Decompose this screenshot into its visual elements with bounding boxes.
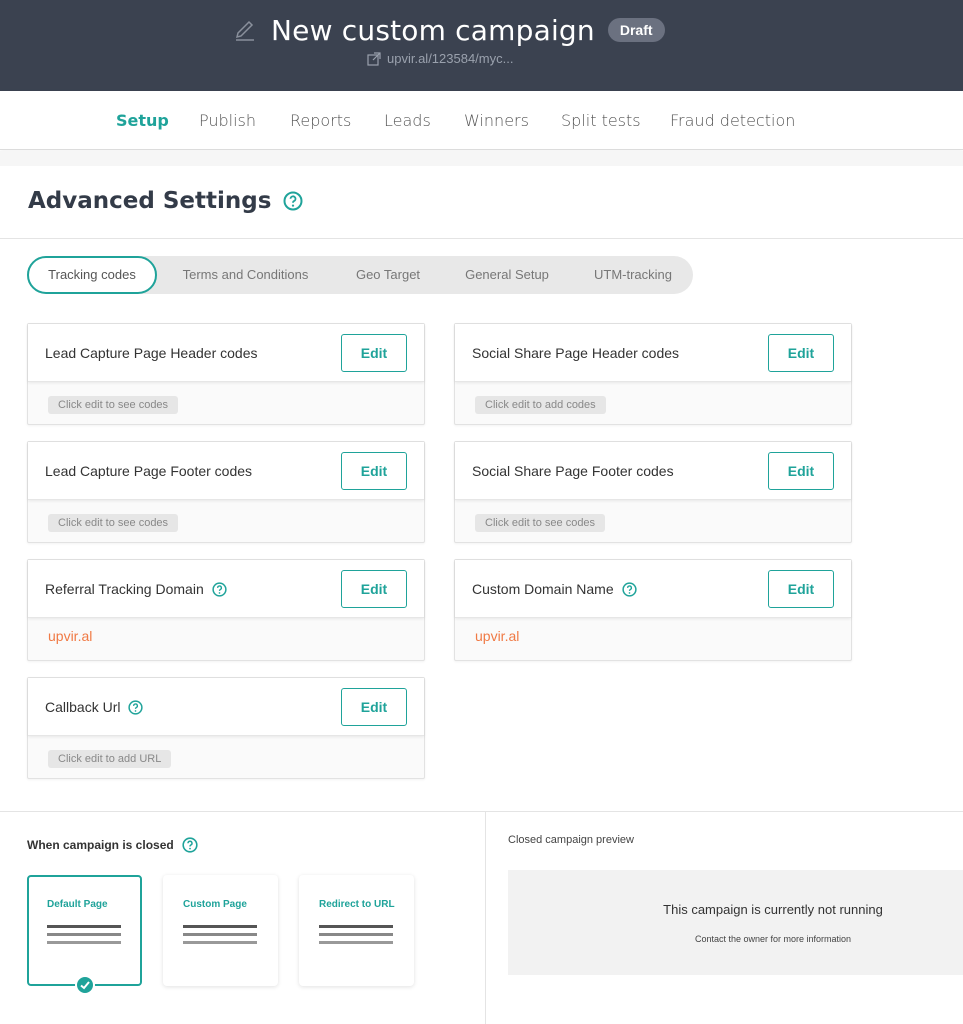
domain-value: upvir.al	[48, 628, 93, 644]
help-icon[interactable]	[621, 581, 637, 597]
settings-tabs: Tracking codes Terms and Conditions Geo …	[27, 256, 693, 294]
option-label: Default Page	[47, 899, 108, 910]
card-title-text: Referral Tracking Domain	[45, 581, 204, 597]
check-icon	[75, 975, 95, 995]
card-title: Callback Url	[45, 699, 144, 715]
card-header: Social Share Page Footer codes Edit	[455, 442, 851, 500]
tab-terms-and-conditions[interactable]: Terms and Conditions	[167, 256, 324, 294]
card-header: Custom Domain Name Edit	[455, 560, 851, 618]
pencil-icon[interactable]	[233, 18, 257, 42]
domain-value: upvir.al	[475, 628, 520, 644]
nav-publish[interactable]: Publish	[199, 111, 256, 130]
main-nav: Setup Publish Reports Leads Winners Spli…	[0, 91, 963, 150]
card-referral-tracking-domain: Referral Tracking Domain Edit upvir.al	[27, 559, 425, 661]
campaign-header: New custom campaign Draft upvir.al/12358…	[0, 0, 963, 91]
campaign-title[interactable]: New custom campaign	[271, 14, 595, 47]
edit-button[interactable]: Edit	[341, 688, 407, 726]
help-icon[interactable]	[283, 191, 303, 211]
help-icon[interactable]	[128, 699, 144, 715]
option-label: Redirect to URL	[319, 899, 395, 910]
card-header: Callback Url Edit	[28, 678, 424, 736]
edit-button[interactable]: Edit	[341, 452, 407, 490]
card-title-text: Social Share Page Footer codes	[472, 463, 674, 479]
card-title: Lead Capture Page Footer codes	[45, 463, 252, 479]
card-title: Social Share Page Footer codes	[472, 463, 674, 479]
card-title-text: Callback Url	[45, 699, 121, 715]
card-custom-domain-name: Custom Domain Name Edit upvir.al	[454, 559, 852, 661]
nav-split-tests[interactable]: Split tests	[561, 111, 641, 130]
card-lead-header-codes: Lead Capture Page Header codes Edit Clic…	[27, 323, 425, 425]
external-link-icon	[367, 51, 381, 66]
codes-hint: Click edit to see codes	[48, 396, 179, 414]
card-title: Lead Capture Page Header codes	[45, 345, 257, 361]
nav-winners[interactable]: Winners	[464, 111, 529, 130]
page-title-text: Advanced Settings	[28, 188, 272, 214]
nav-fraud-detection[interactable]: Fraud detection	[670, 111, 795, 130]
page-lines-icon	[183, 925, 257, 949]
codes-hint: Click edit to see codes	[475, 514, 606, 532]
nav-spacer	[0, 151, 963, 166]
card-header: Lead Capture Page Footer codes Edit	[28, 442, 424, 500]
edit-button[interactable]: Edit	[768, 570, 834, 608]
preview-label: Closed campaign preview	[508, 834, 634, 846]
closed-campaign-label: When campaign is closed	[27, 837, 198, 853]
edit-button[interactable]: Edit	[768, 452, 834, 490]
campaign-url[interactable]: upvir.al/123584/myc...	[367, 51, 513, 66]
card-social-header-codes: Social Share Page Header codes Edit Clic…	[454, 323, 852, 425]
nav-setup[interactable]: Setup	[116, 111, 169, 130]
help-icon[interactable]	[212, 581, 227, 597]
closed-campaign-preview: This campaign is currently not running C…	[508, 870, 963, 975]
url-hint: Click edit to add URL	[48, 750, 172, 768]
closed-campaign-label-text: When campaign is closed	[27, 838, 174, 852]
card-title-text: Custom Domain Name	[472, 581, 614, 597]
tab-general-setup[interactable]: General Setup	[451, 256, 563, 294]
edit-button[interactable]: Edit	[341, 334, 407, 372]
card-social-footer-codes: Social Share Page Footer codes Edit Clic…	[454, 441, 852, 543]
card-title-text: Social Share Page Header codes	[472, 345, 680, 361]
divider	[0, 811, 963, 812]
preview-subtitle: Contact the owner for more information	[694, 934, 852, 944]
page-lines-icon	[47, 925, 121, 949]
campaign-url-text: upvir.al/123584/myc...	[387, 51, 514, 66]
card-callback-url: Callback Url Edit Click edit to add URL	[27, 677, 425, 779]
card-header: Lead Capture Page Header codes Edit	[28, 324, 424, 382]
card-title-text: Lead Capture Page Header codes	[45, 345, 258, 361]
option-label: Custom Page	[183, 899, 247, 910]
edit-button[interactable]: Edit	[768, 334, 834, 372]
codes-hint: Click edit to see codes	[48, 514, 179, 532]
divider-vertical	[485, 812, 486, 1024]
nav-leads[interactable]: Leads	[384, 111, 431, 130]
card-title-text: Lead Capture Page Footer codes	[45, 463, 253, 479]
codes-hint: Click edit to add codes	[475, 396, 606, 414]
tab-geo-target[interactable]: Geo Target	[341, 256, 435, 294]
card-title: Referral Tracking Domain	[45, 581, 227, 597]
help-icon[interactable]	[182, 837, 198, 853]
preview-title: This campaign is currently not running	[663, 902, 883, 917]
nav-reports[interactable]: Reports	[290, 111, 351, 130]
tab-utm-tracking[interactable]: UTM-tracking	[580, 256, 686, 294]
card-header: Referral Tracking Domain Edit	[28, 560, 424, 618]
edit-button[interactable]: Edit	[341, 570, 407, 608]
status-badge: Draft	[607, 18, 665, 42]
option-redirect-to-url[interactable]: Redirect to URL	[299, 875, 414, 986]
divider	[0, 238, 963, 239]
page-title: Advanced Settings	[28, 188, 303, 214]
card-header: Social Share Page Header codes Edit	[455, 324, 851, 382]
title-row: New custom campaign Draft	[233, 12, 665, 48]
card-title: Social Share Page Header codes	[472, 345, 679, 361]
option-default-page[interactable]: Default Page	[27, 875, 142, 995]
page-lines-icon	[319, 925, 393, 949]
card-title: Custom Domain Name	[472, 581, 637, 597]
tab-tracking-codes[interactable]: Tracking codes	[27, 256, 157, 294]
option-custom-page[interactable]: Custom Page	[163, 875, 278, 986]
card-lead-footer-codes: Lead Capture Page Footer codes Edit Clic…	[27, 441, 425, 543]
